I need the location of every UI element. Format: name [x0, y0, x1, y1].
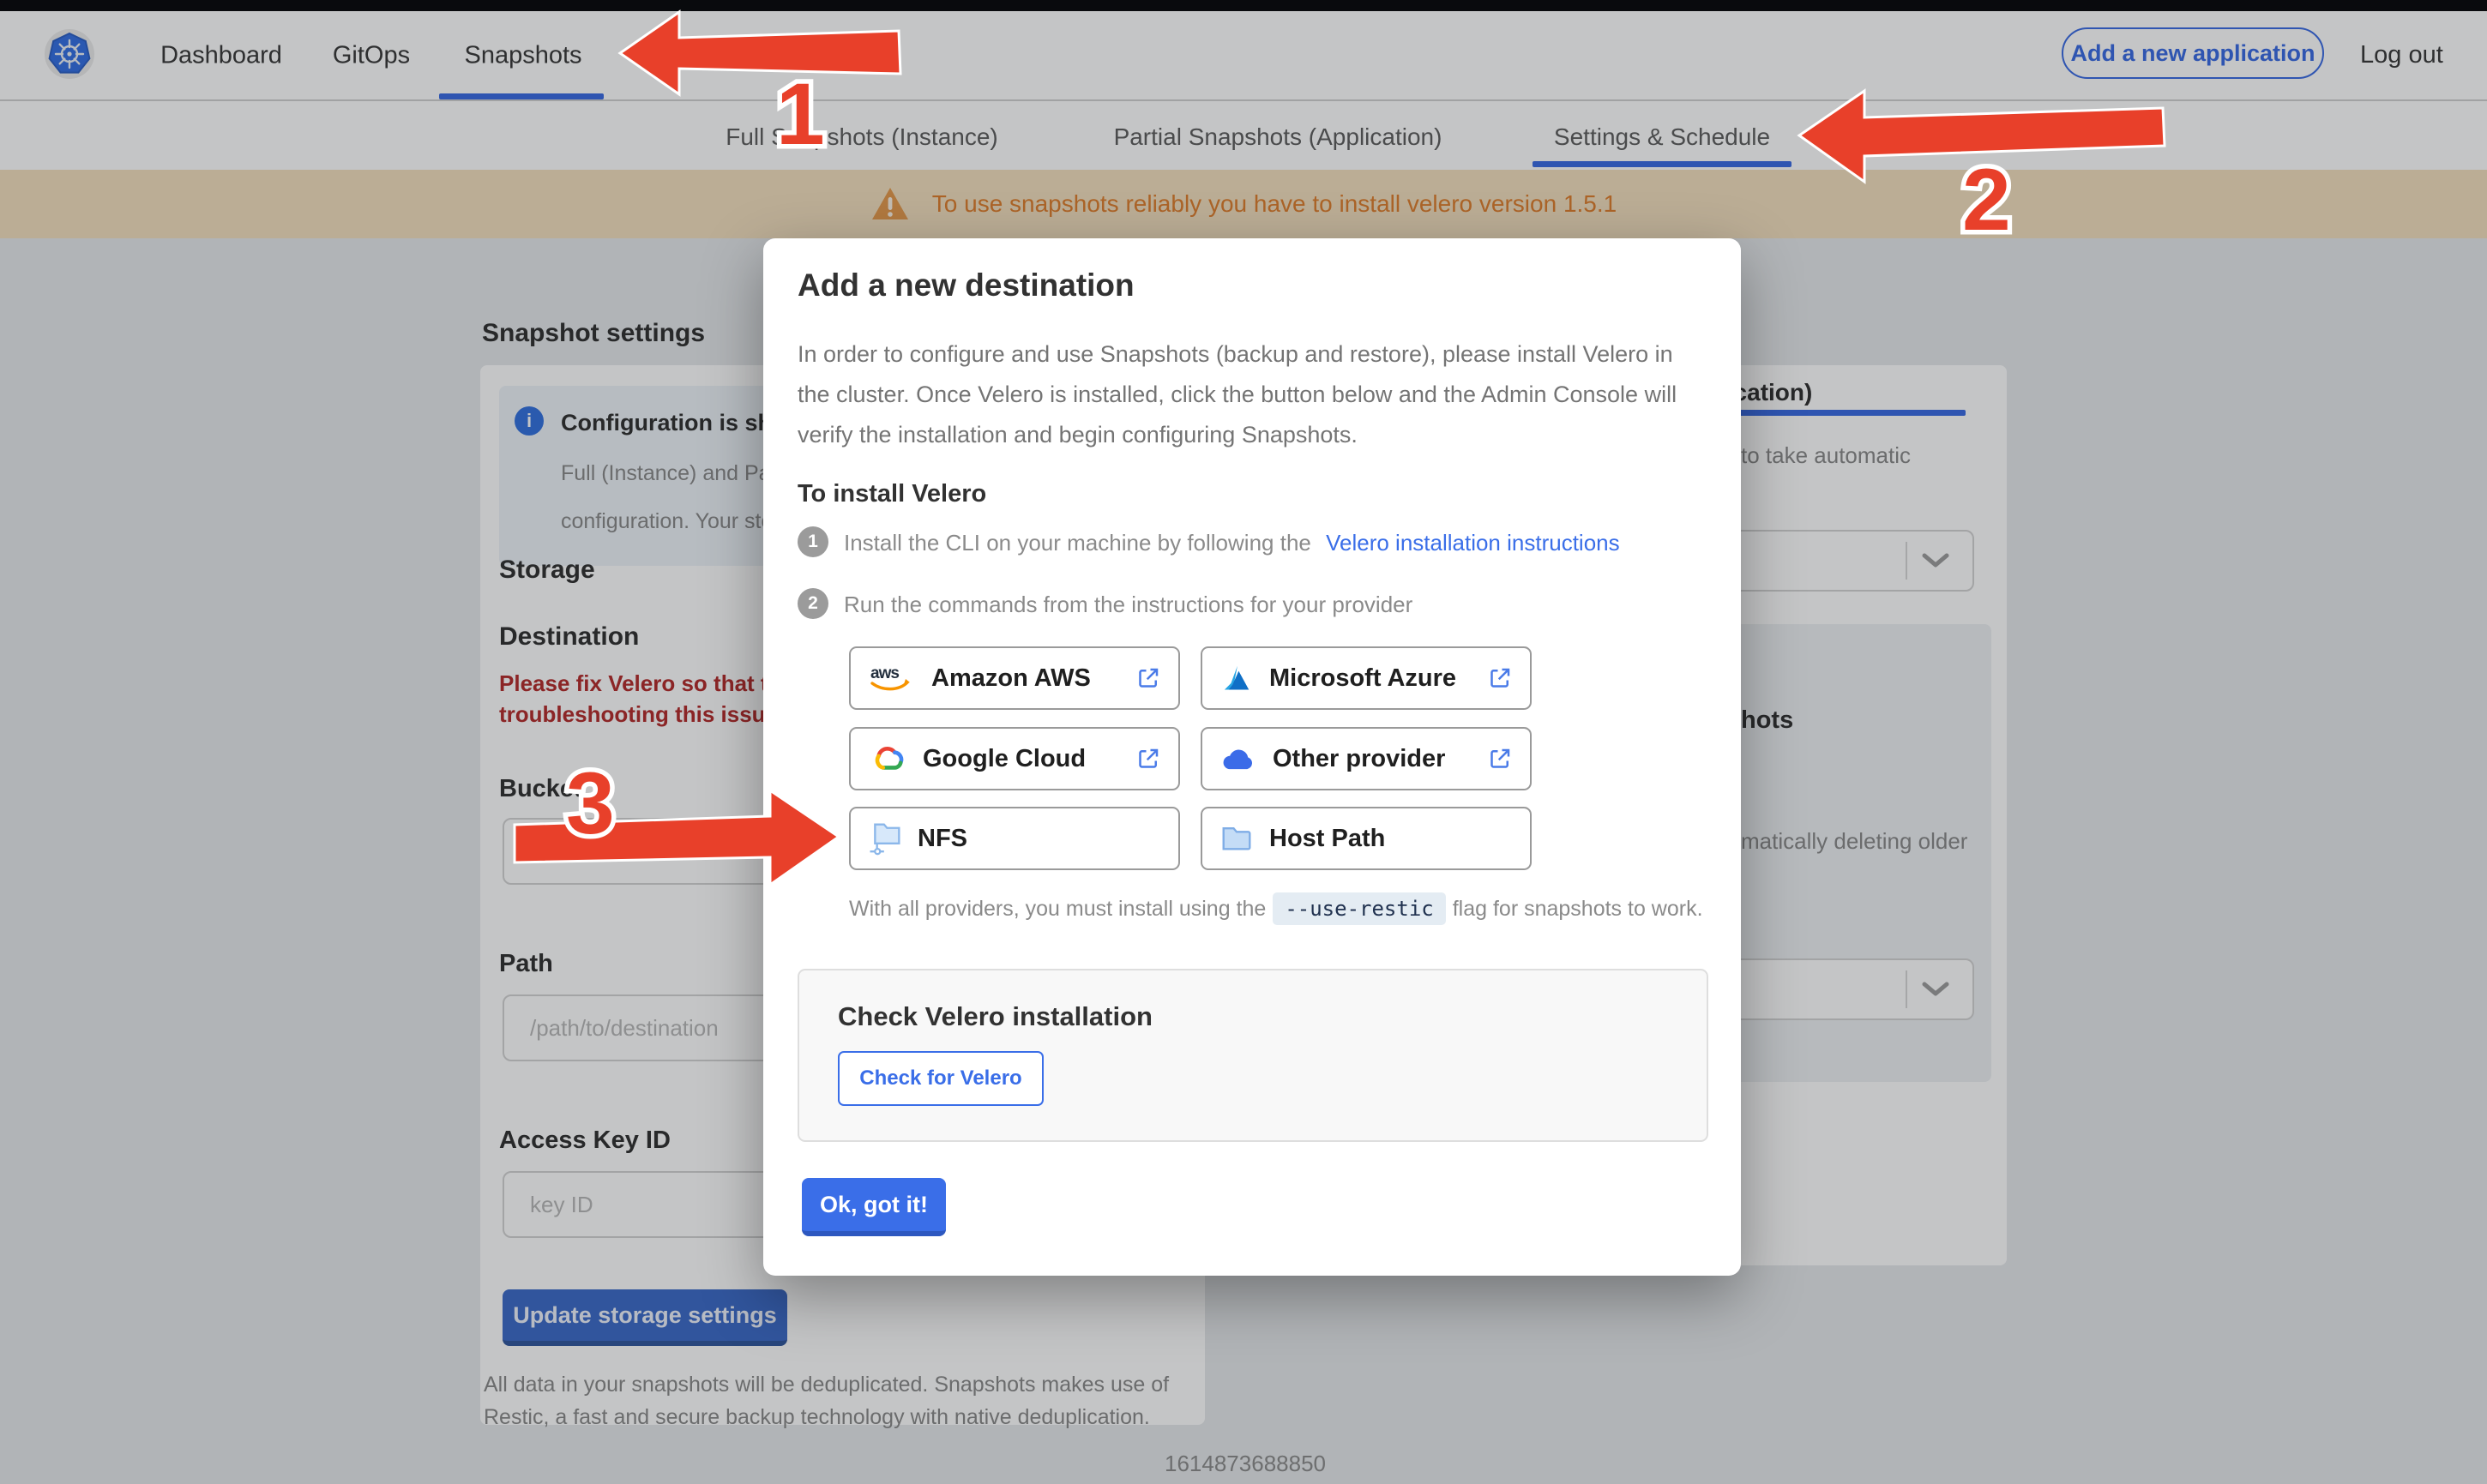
step-1-instruction: Install the CLI on your machine by follo… — [844, 530, 1311, 556]
provider-label: Other provider — [1273, 745, 1472, 773]
provider-label: Amazon AWS — [931, 664, 1120, 693]
ok-got-it-button[interactable]: Ok, got it! — [802, 1178, 946, 1236]
page: Dashboard GitOps Snapshots Add a new app… — [0, 0, 2487, 1484]
use-restic-code-chip: --use-restic — [1273, 892, 1445, 925]
google-cloud-logo-icon — [868, 742, 907, 775]
provider-button-other[interactable]: Other provider — [1201, 727, 1532, 790]
provider-button-nfs[interactable]: NFS — [849, 807, 1180, 870]
step-1-badge: 1 — [798, 526, 828, 557]
svg-text:aws: aws — [870, 664, 899, 682]
provider-button-azure[interactable]: Microsoft Azure — [1201, 646, 1532, 710]
velero-instructions-link[interactable]: Velero installation instructions — [1326, 530, 1620, 556]
folder-icon — [1219, 822, 1254, 855]
install-velero-heading: To install Velero — [798, 480, 986, 508]
provider-button-aws[interactable]: aws Amazon AWS — [849, 646, 1180, 710]
aws-logo-icon: aws — [868, 661, 916, 695]
nfs-network-folder-icon — [868, 820, 902, 856]
restic-note: With all providers, you must install usi… — [849, 897, 1703, 922]
modal-title: Add a new destination — [798, 267, 1135, 303]
provider-label: Host Path — [1269, 825, 1513, 853]
provider-button-host-path[interactable]: Host Path — [1201, 807, 1532, 870]
step-2-badge: 2 — [798, 588, 828, 619]
provider-label: Google Cloud — [923, 745, 1120, 773]
provider-label: NFS — [918, 825, 1161, 853]
restic-note-before: With all providers, you must install usi… — [849, 897, 1266, 921]
cloud-icon — [1219, 744, 1257, 773]
step-2-text: Run the commands from the instructions f… — [844, 592, 1412, 618]
restic-note-after: flag for snapshots to work. — [1453, 897, 1703, 921]
external-link-icon — [1135, 746, 1161, 772]
external-link-icon — [1487, 746, 1513, 772]
check-velero-heading: Check Velero installation — [838, 1001, 1153, 1032]
provider-button-google-cloud[interactable]: Google Cloud — [849, 727, 1180, 790]
azure-logo-icon — [1219, 663, 1254, 694]
external-link-icon — [1135, 665, 1161, 691]
step-1-text: Install the CLI on your machine by follo… — [844, 530, 1620, 556]
check-velero-box: Check Velero installation Check for Vele… — [798, 969, 1708, 1142]
provider-label: Microsoft Azure — [1269, 664, 1472, 693]
check-for-velero-button[interactable]: Check for Velero — [838, 1051, 1044, 1106]
external-link-icon — [1487, 665, 1513, 691]
modal-intro-text: In order to configure and use Snapshots … — [798, 334, 1694, 455]
add-destination-modal: Add a new destination In order to config… — [763, 238, 1741, 1276]
